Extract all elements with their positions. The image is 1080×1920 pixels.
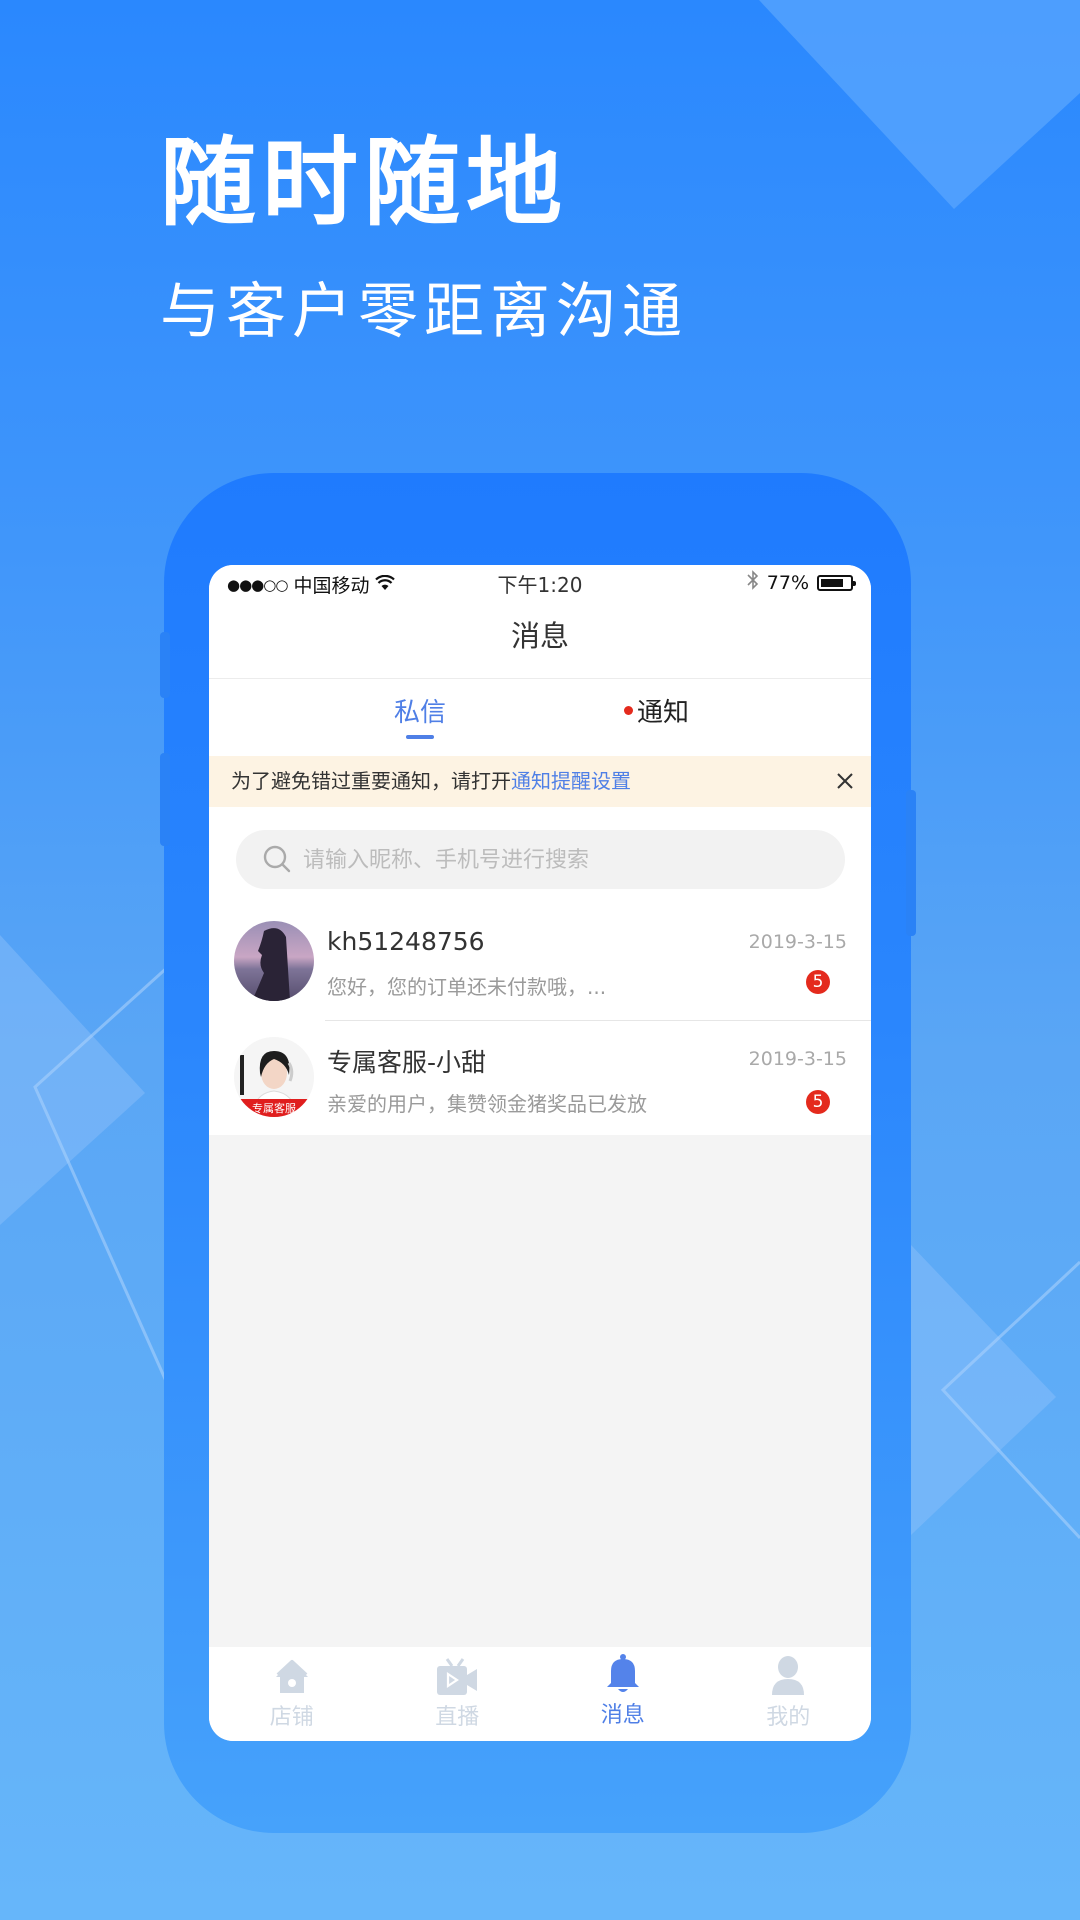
- tabbar-label: 店铺: [269, 1705, 314, 1730]
- notice-text: 为了避免错过重要通知，请打开: [231, 769, 511, 793]
- conversation-name: kh51248756: [327, 927, 485, 956]
- conversation-date: 2019-3-15: [748, 1048, 847, 1070]
- tabbar-label: 直播: [435, 1705, 480, 1730]
- unread-dot: [624, 706, 633, 715]
- conversation-preview: 亲爱的用户，集赞领金猪奖品已发放: [327, 1092, 647, 1116]
- notice-banner: 为了避免错过重要通知，请打开通知提醒设置: [209, 756, 871, 807]
- hero-subtitle: 与客户零距离沟通: [160, 277, 688, 347]
- tab-notifications[interactable]: 通知: [624, 679, 689, 756]
- home-icon: [275, 1660, 308, 1693]
- phone-power-button: [906, 790, 916, 936]
- tabbar-item-store[interactable]: 店铺: [209, 1647, 375, 1741]
- phone-screen: ●●●○○ 中国移动 下午1:20 77% 消息 私信 通知 为了避免错过重要通…: [209, 565, 871, 1741]
- tabbar-item-me[interactable]: 我的: [706, 1647, 872, 1741]
- user-icon: [772, 1656, 805, 1695]
- bell-icon: [606, 1654, 639, 1692]
- bluetooth-icon: [747, 570, 759, 595]
- tabbar-label: 我的: [766, 1705, 811, 1730]
- close-icon[interactable]: [833, 756, 857, 807]
- status-bar: ●●●○○ 中国移动 下午1:20 77%: [209, 565, 871, 599]
- bottom-tab-bar: 店铺 直播 消息 我的: [209, 1647, 871, 1741]
- tabbar-label: 消息: [600, 1703, 645, 1728]
- conversation-preview: 您好，您的订单还未付款哦，...: [327, 975, 607, 999]
- tab-notifications-label: 通知: [637, 698, 690, 728]
- message-tabs: 私信 通知: [209, 679, 871, 756]
- tabbar-item-messages[interactable]: 消息: [540, 1647, 706, 1741]
- page-title: 消息: [209, 599, 871, 679]
- notification-settings-link[interactable]: 通知提醒设置: [511, 769, 631, 793]
- battery-percent: 77%: [766, 571, 809, 594]
- avatar-badge-text: 专属客服: [252, 1101, 296, 1115]
- search-input[interactable]: [301, 830, 825, 891]
- battery-icon: [817, 574, 856, 591]
- search-bar[interactable]: [236, 830, 845, 891]
- phone-volume-up-button: [160, 632, 170, 698]
- search-icon: [262, 844, 294, 880]
- conversation-item[interactable]: kh51248756 您好，您的订单还未付款哦，... 2019-3-15 5: [209, 905, 871, 1020]
- phone-volume-down-button: [160, 753, 170, 846]
- tab-private-messages[interactable]: 私信: [394, 679, 446, 756]
- tabbar-item-live[interactable]: 直播: [375, 1647, 541, 1741]
- conversation-item[interactable]: 专属客服 专属客服-小甜 亲爱的用户，集赞领金猪奖品已发放 2019-3-15 …: [209, 1020, 871, 1135]
- woman-silhouette-avatar: [234, 921, 314, 1001]
- conversation-name: 专属客服-小甜: [327, 1048, 487, 1077]
- unread-badge: 5: [806, 1090, 830, 1114]
- conversation-date: 2019-3-15: [748, 931, 847, 953]
- customer-service-avatar: 专属客服: [234, 1037, 314, 1117]
- unread-badge: 5: [806, 970, 830, 994]
- hero-title: 随时随地: [160, 127, 568, 239]
- live-tv-icon: [437, 1658, 478, 1695]
- tab-active-indicator: [406, 735, 434, 739]
